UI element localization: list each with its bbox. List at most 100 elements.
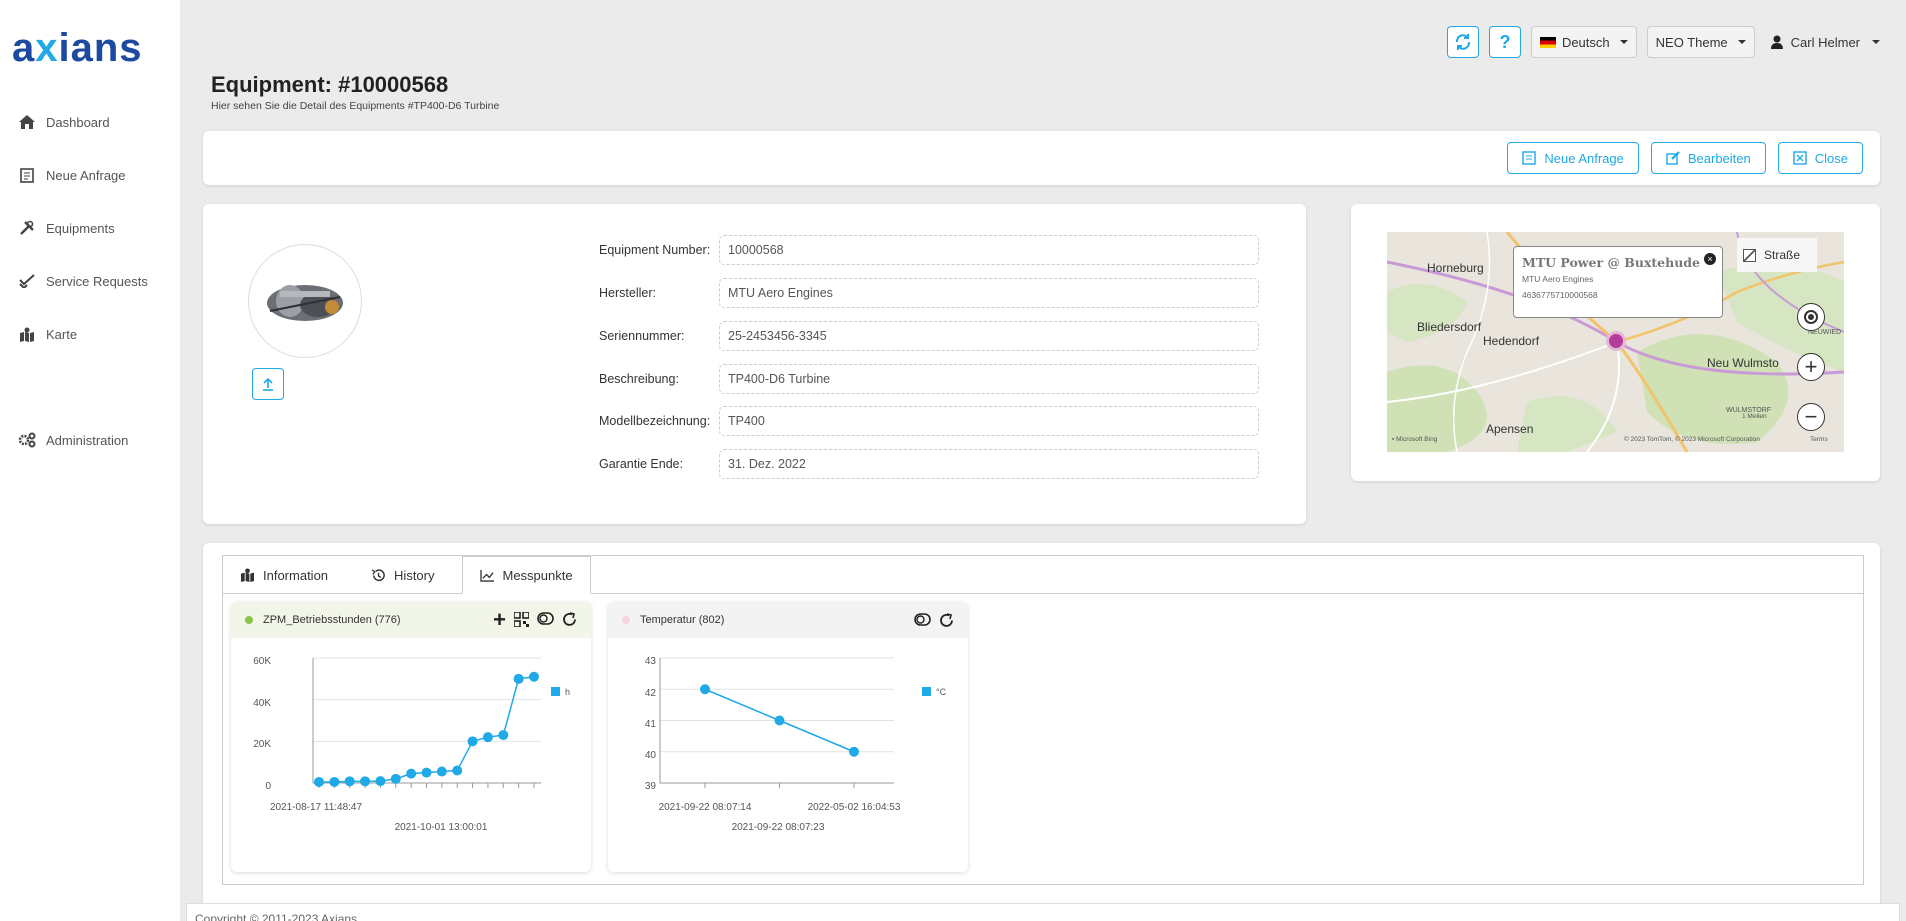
caret-down-icon	[1737, 40, 1746, 44]
data-point[interactable]	[436, 766, 447, 777]
edit-label: Bearbeiten	[1687, 150, 1751, 166]
close-button[interactable]: Close	[1777, 142, 1863, 174]
data-point[interactable]	[467, 736, 478, 747]
form-icon	[18, 166, 36, 184]
theme-select[interactable]: NEO Theme	[1646, 26, 1755, 58]
x-tick-label: 2021-09-22 08:07:23	[732, 822, 825, 833]
tab-label: Information	[263, 567, 329, 583]
field-label: Seriennummer:	[599, 329, 685, 343]
description-value[interactable]: TP400-D6 Turbine	[719, 364, 1259, 394]
sidebar-item-karte[interactable]: Karte	[18, 325, 77, 343]
chart-card-temperatur: Temperatur (802) 43 42 41 40 39 2021-09-…	[608, 602, 968, 872]
sidebar-item-dashboard[interactable]: Dashboard	[18, 113, 110, 131]
manufacturer-value[interactable]: MTU Aero Engines	[719, 278, 1259, 308]
chart-title: Temperatur (802)	[640, 614, 725, 626]
new-request-label: Neue Anfrage	[1544, 150, 1624, 166]
reload-icon[interactable]	[939, 612, 954, 628]
data-point[interactable]	[375, 776, 386, 787]
map-popup: MTU Power @ Buxtehude MTU Aero Engines 4…	[1513, 246, 1723, 318]
data-point[interactable]	[344, 776, 355, 787]
zoom-out-button[interactable]: −	[1797, 403, 1825, 431]
footer: Copyright © 2011-2023 Axians	[186, 903, 1900, 921]
data-point[interactable]	[774, 715, 785, 726]
data-point[interactable]	[498, 730, 509, 741]
data-point[interactable]	[452, 765, 463, 776]
data-point[interactable]	[314, 776, 324, 787]
tab-history[interactable]: History	[345, 556, 451, 594]
reload-icon[interactable]	[562, 612, 577, 627]
data-point[interactable]	[421, 767, 432, 778]
warranty-end-value[interactable]: 31. Dez. 2022	[719, 449, 1259, 479]
map-terms-link[interactable]: Terms	[1810, 436, 1828, 443]
chart-card-betriebsstunden: ZPM_Betriebsstunden (776) + 60K 40K 20K	[231, 602, 591, 872]
gears-icon	[18, 431, 36, 449]
help-button[interactable]: ?	[1488, 26, 1521, 58]
axians-logo[interactable]: axians	[12, 26, 143, 71]
location-map[interactable]: Horneburg Bliedersdorf Hedendorf Neu Wul…	[1387, 232, 1844, 452]
locate-me-button[interactable]	[1797, 303, 1825, 331]
data-point[interactable]	[529, 671, 539, 682]
qr-code-icon[interactable]	[514, 612, 529, 627]
sidebar-item-administration[interactable]: Administration	[18, 431, 128, 449]
map-style-label: Straße	[1764, 248, 1801, 262]
data-point[interactable]	[329, 776, 340, 787]
data-point[interactable]	[390, 773, 401, 784]
y-tick-label: 60K	[253, 656, 271, 667]
map-scale: 1 Meilen	[1742, 413, 1767, 420]
data-point[interactable]	[513, 673, 524, 684]
data-point[interactable]	[482, 732, 493, 743]
tab-information[interactable]: Information	[223, 556, 345, 594]
close-icon	[1793, 151, 1807, 165]
zoom-in-button[interactable]: +	[1797, 353, 1825, 381]
sidebar-item-service-requests[interactable]: Service Requests	[18, 272, 148, 290]
data-point[interactable]	[849, 746, 859, 757]
data-point[interactable]	[406, 768, 417, 779]
field-warranty-end: Garantie Ende: 31. Dez. 2022	[599, 449, 1259, 479]
upload-image-button[interactable]	[252, 368, 284, 400]
data-point[interactable]	[360, 776, 371, 787]
sidebar-item-neue-anfrage[interactable]: Neue Anfrage	[18, 166, 126, 184]
refresh-button[interactable]	[1446, 26, 1479, 58]
data-point[interactable]	[700, 684, 710, 695]
form-icon	[1522, 151, 1537, 165]
y-tick-label: 40K	[253, 698, 271, 709]
sidebar-item-equipments[interactable]: Equipments	[18, 219, 115, 237]
upload-icon	[263, 377, 273, 391]
model-value[interactable]: TP400	[719, 406, 1259, 436]
popup-id: 4636775710000568	[1522, 290, 1598, 300]
edit-button[interactable]: Bearbeiten	[1650, 142, 1766, 174]
minus-icon: −	[1804, 404, 1818, 429]
new-request-button[interactable]: Neue Anfrage	[1507, 142, 1639, 174]
toggle-icon[interactable]	[537, 612, 554, 625]
field-description: Beschreibung: TP400-D6 Turbine	[599, 364, 1259, 394]
y-tick-label: 43	[645, 656, 657, 667]
field-manufacturer: Hersteller: MTU Aero Engines	[599, 278, 1259, 308]
x-tick-label: 2022-05-02 16:04:53	[808, 802, 901, 813]
y-tick-label: 20K	[253, 739, 271, 750]
question-icon: ?	[1499, 31, 1511, 52]
map-style-select[interactable]: Straße	[1737, 238, 1817, 272]
y-tick-label: 0	[265, 781, 271, 792]
legend-label: h	[565, 687, 570, 697]
status-dot	[622, 616, 630, 624]
user-menu[interactable]: Carl Helmer	[1765, 35, 1886, 50]
location-pin-icon[interactable]	[1606, 331, 1626, 351]
tab-bar: Information History Messpunkte	[223, 556, 1863, 594]
chart-tools: +	[493, 609, 577, 631]
map-card: Horneburg Bliedersdorf Hedendorf Neu Wul…	[1351, 204, 1880, 481]
equipment-number-value[interactable]: 10000568	[719, 235, 1259, 265]
toggle-icon[interactable]	[914, 612, 931, 626]
tab-messpunkte[interactable]: Messpunkte	[461, 556, 591, 594]
chart-icon	[479, 569, 494, 582]
user-icon	[1770, 35, 1783, 49]
popup-company: MTU Aero Engines	[1522, 274, 1594, 284]
serial-number-value[interactable]: 25-2453456-3345	[719, 321, 1259, 351]
language-select[interactable]: Deutsch	[1530, 26, 1637, 58]
map-style-icon	[1743, 248, 1756, 262]
theme-label: NEO Theme	[1655, 34, 1728, 50]
tab-label: History	[394, 567, 435, 583]
add-icon[interactable]: +	[493, 609, 506, 631]
plus-icon: +	[1804, 354, 1818, 379]
chart-header: Temperatur (802)	[608, 602, 968, 638]
close-popup-icon[interactable]: ×	[1704, 253, 1716, 265]
